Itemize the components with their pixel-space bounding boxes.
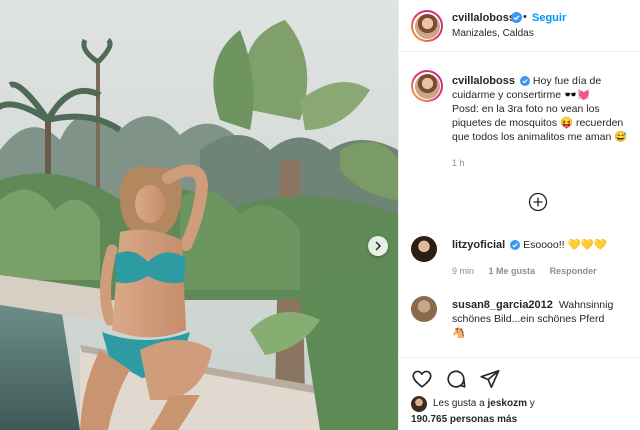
comment-body-line-1: Wahnsinnig — [558, 299, 614, 311]
commenter-username[interactable]: litzyoficial — [452, 239, 505, 251]
commenter-avatar[interactable] — [411, 296, 437, 322]
heart-outline-icon[interactable] — [411, 368, 433, 390]
caption-text: cvillaloboss Hoy fue día de cuidarme y c… — [452, 74, 640, 144]
caption-line-5: que todos los animalitos me aman 😅 — [452, 131, 628, 143]
caption-line-4: piquetes de mosquitos 😝 recuerden — [452, 117, 624, 129]
liker-username[interactable]: jeskozm — [488, 398, 527, 409]
comment-body-line-2: schönes Bild...ein schönes Pferd — [452, 313, 605, 325]
author-username[interactable]: cvillaloboss — [452, 12, 515, 24]
header-separator: • — [523, 11, 527, 23]
comment-body-line-3: 🐴 — [452, 327, 466, 339]
verified-badge-icon — [511, 12, 522, 23]
commenter-username[interactable]: susan8_garcia2012 — [452, 299, 553, 311]
likes-prefix: Les gusta a — [433, 398, 485, 409]
next-photo-button[interactable] — [368, 236, 388, 256]
likes-count[interactable]: 190.765 personas más — [411, 414, 517, 425]
verified-badge-icon — [510, 240, 521, 250]
caption-username[interactable]: cvillaloboss — [452, 75, 515, 87]
caption-author-avatar[interactable] — [411, 70, 443, 102]
caption-line-1: Hoy fue día de — [532, 75, 602, 87]
caption-line-3: Posd: en la 3ra foto no vean los — [452, 103, 600, 115]
comment-likes[interactable]: 1 Me gusta — [489, 266, 536, 276]
reply-button[interactable]: Responder — [550, 266, 597, 276]
photo-scene — [0, 0, 398, 430]
paper-plane-icon[interactable] — [479, 368, 501, 390]
post-sidebar: cvillaloboss • Seguir Manizales, Caldas … — [398, 0, 640, 430]
comment-time: 9 min — [452, 266, 475, 276]
commenter-avatar[interactable] — [411, 236, 437, 262]
comment-text: susan8_garcia2012 Wahnsinnig schönes Bil… — [452, 298, 640, 340]
post-photo[interactable] — [0, 0, 398, 430]
comment-text: litzyoficial Esoooo!! 💛💛💛 — [452, 238, 640, 252]
caption-line-2: cuidarme y consertirme 🕶️💓 — [452, 89, 591, 101]
post-location[interactable]: Manizales, Caldas — [452, 28, 534, 39]
post-actions: Les gusta a jeskozm y 190.765 personas m… — [399, 357, 640, 430]
liker-avatar — [411, 396, 427, 412]
likes-line-1: Les gusta a jeskozm y — [433, 398, 535, 409]
verified-badge-icon — [519, 76, 530, 86]
author-avatar[interactable] — [411, 10, 443, 42]
post-header: cvillaloboss • Seguir Manizales, Caldas — [399, 0, 640, 52]
likes-suffix: y — [529, 398, 535, 409]
comment-meta: 9 min 1 Me gusta Responder — [452, 266, 609, 276]
chevron-right-icon — [375, 241, 382, 251]
add-circle-icon[interactable] — [528, 192, 548, 212]
caption-time: 1 h — [452, 158, 465, 168]
follow-button[interactable]: Seguir — [532, 12, 566, 24]
comment-bubble-icon[interactable] — [445, 368, 467, 390]
comment-body: Esoooo!! 💛💛💛 — [523, 239, 607, 251]
